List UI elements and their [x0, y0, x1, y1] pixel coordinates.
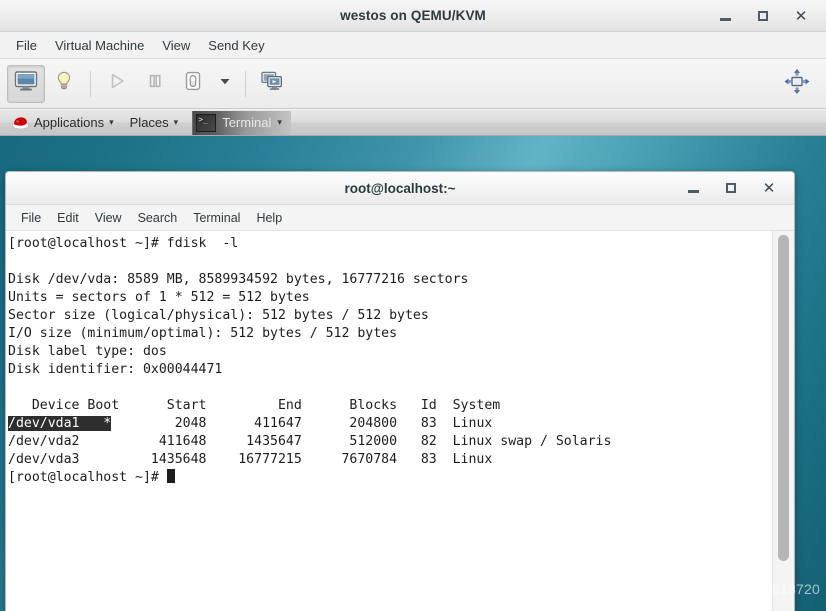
redhat-logo-icon [12, 115, 29, 130]
terminal-output[interactable]: [root@localhost ~]# fdisk -l Disk /dev/v… [6, 231, 772, 611]
terminal-close-button[interactable]: ✕ [760, 179, 778, 197]
shutdown-menu-button[interactable] [212, 65, 238, 103]
terminal-line: Sector size (logical/physical): 512 byte… [8, 308, 429, 323]
monitor-icon [14, 70, 38, 97]
terminal-line: Disk /dev/vda: 8589 MB, 8589934592 bytes… [8, 272, 469, 287]
terminal-menubar: File Edit View Search Terminal Help [6, 205, 794, 231]
chevron-down-icon [218, 74, 232, 93]
terminal-menu-terminal[interactable]: Terminal [185, 208, 248, 228]
taskbar-item-label: Terminal [222, 115, 272, 130]
power-icon [182, 70, 204, 97]
window-controls: ✕ [716, 0, 820, 32]
menubar: File Virtual Machine View Send Key [0, 32, 826, 59]
pause-icon [145, 71, 165, 96]
terminal-cursor [166, 469, 175, 483]
places-menu-label: Places [129, 115, 169, 130]
terminal-line: Device Boot Start End Blocks Id System [8, 398, 501, 413]
terminal-line: Disk label type: dos [8, 344, 167, 359]
terminal-menu-help[interactable]: Help [248, 208, 290, 228]
terminal-window-controls: ✕ [684, 172, 788, 204]
menu-virtual-machine[interactable]: Virtual Machine [46, 35, 153, 56]
shutdown-button[interactable] [174, 65, 212, 103]
terminal-menu-search[interactable]: Search [130, 208, 186, 228]
vm-guest-screen[interactable]: Applications ▾ Places ▾ Terminal ▾ root@… [0, 110, 826, 611]
resize-to-vm-icon [782, 68, 812, 100]
virt-manager-window: westos on QEMU/KVM ✕ File Virtual Machin… [0, 0, 826, 611]
terminal-title: root@localhost:~ [344, 180, 456, 196]
terminal-titlebar: root@localhost:~ ✕ [6, 172, 794, 205]
maximize-button[interactable] [754, 7, 772, 25]
close-button[interactable]: ✕ [792, 7, 810, 25]
chevron-down-icon: ▾ [277, 117, 282, 127]
terminal-menu-edit[interactable]: Edit [49, 208, 87, 228]
terminal-maximize-button[interactable] [722, 179, 740, 197]
terminal-body[interactable]: [root@localhost ~]# fdisk -l Disk /dev/v… [6, 231, 794, 611]
chevron-down-icon: ▾ [173, 117, 179, 127]
terminal-line: /dev/vda2 411648 1435647 512000 82 Linux… [8, 434, 612, 449]
terminal-icon [196, 113, 217, 132]
taskbar-item-terminal[interactable]: Terminal ▾ [192, 110, 291, 135]
terminal-line: /dev/vda1 * 2048 411647 204800 83 Linux [8, 416, 493, 431]
terminal-selection: /dev/vda1 * [8, 416, 112, 431]
pause-button[interactable] [136, 65, 174, 103]
terminal-menu-file[interactable]: File [13, 208, 49, 228]
terminal-menu-view[interactable]: View [87, 208, 130, 228]
chevron-down-icon: ▾ [109, 117, 114, 127]
resize-to-vm-button[interactable] [782, 66, 812, 101]
play-icon [107, 71, 127, 96]
terminal-scrollbar[interactable] [772, 231, 794, 611]
lightbulb-icon [53, 70, 75, 97]
terminal-line: /dev/vda3 1435648 16777215 7670784 83 Li… [8, 452, 493, 467]
window-title: westos on QEMU/KVM [340, 8, 486, 23]
details-view-button[interactable] [45, 65, 83, 103]
minimize-button[interactable] [716, 7, 734, 25]
gnome-top-panel: Applications ▾ Places ▾ Terminal ▾ [0, 110, 826, 136]
terminal-line: Units = sectors of 1 * 512 = 512 bytes [8, 290, 310, 305]
desktop-wallpaper[interactable]: root@localhost:~ ✕ File Edit View Search… [0, 136, 826, 611]
applications-menu-label: Applications [34, 115, 105, 130]
terminal-line: [root@localhost ~]# fdisk -l [8, 236, 239, 251]
toolbar-separator-2 [245, 70, 246, 97]
menu-file[interactable]: File [7, 35, 46, 56]
window-titlebar: westos on QEMU/KVM ✕ [0, 0, 826, 32]
menu-view[interactable]: View [153, 35, 199, 56]
toolbar-separator [90, 70, 91, 97]
toolbar [0, 59, 826, 109]
terminal-window: root@localhost:~ ✕ File Edit View Search… [5, 171, 795, 611]
terminal-scrollbar-thumb[interactable] [778, 235, 789, 561]
terminal-minimize-button[interactable] [684, 179, 702, 197]
terminal-line: I/O size (minimum/optimal): 512 bytes / … [8, 326, 398, 341]
run-button[interactable] [98, 65, 136, 103]
screens-icon [260, 70, 284, 97]
console-view-button[interactable] [7, 64, 45, 103]
terminal-line: [root@localhost ~]# [8, 469, 772, 487]
redhat-menu-button[interactable]: Applications ▾ [4, 111, 122, 135]
menu-send-key[interactable]: Send Key [199, 35, 273, 56]
snapshot-button[interactable] [253, 65, 291, 103]
places-menu-button[interactable]: Places ▾ [122, 111, 187, 135]
terminal-line: Disk identifier: 0x00044471 [8, 362, 223, 377]
